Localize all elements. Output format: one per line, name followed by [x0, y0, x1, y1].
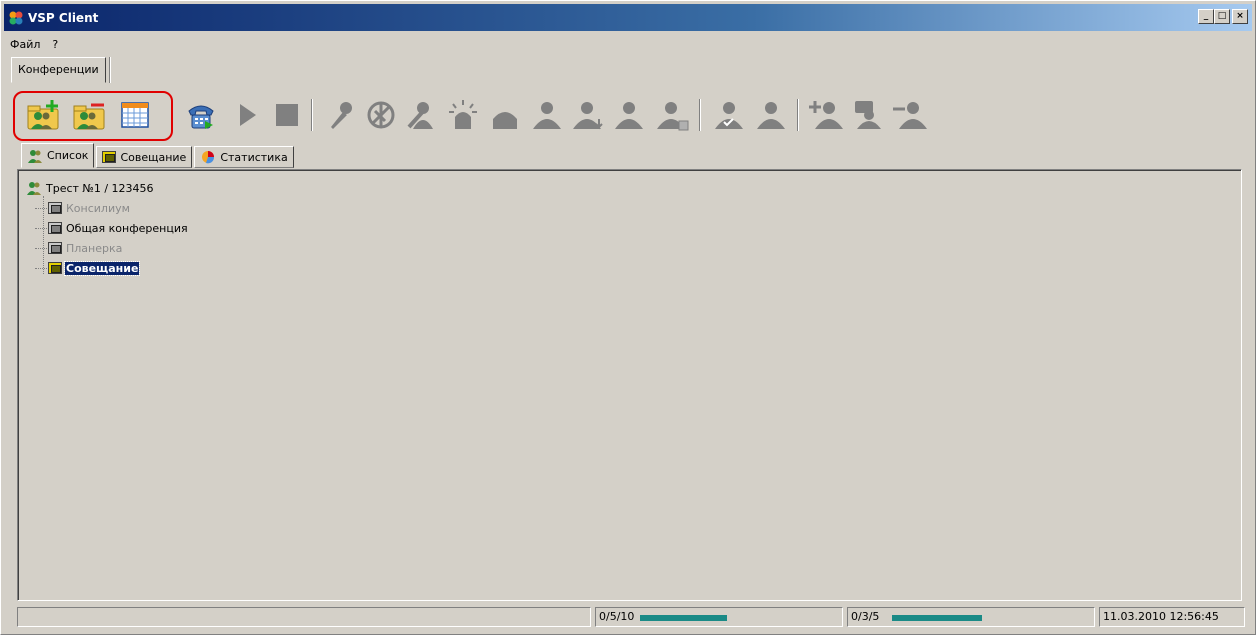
menu-help[interactable]: ? [46, 38, 64, 51]
tab-list-label: Список [47, 149, 89, 162]
conference-icon [48, 242, 62, 254]
speaker-off-icon[interactable] [363, 97, 399, 133]
user-down-alt-icon[interactable] [571, 97, 607, 133]
close-button[interactable]: × [1232, 9, 1248, 24]
user-icon[interactable] [487, 97, 523, 133]
conference-icon [102, 151, 117, 163]
tree-item-planning[interactable]: Планерка [26, 238, 189, 258]
toolbar-separator [797, 99, 799, 131]
toolbar-separator [311, 99, 313, 131]
pie-chart-icon [202, 151, 215, 164]
tab-meeting[interactable]: Совещание [96, 146, 193, 168]
microphone-off-icon[interactable] [323, 97, 359, 133]
status-counter-2: 0/3/5 [847, 607, 1095, 627]
tab-statistics-label: Статистика [220, 150, 288, 164]
status-bar: 0/5/10 0/3/5 11.03.2010 12:56:45 [17, 607, 1245, 627]
status-progress-2 [892, 615, 982, 621]
tree-item-label: Планерка [66, 241, 123, 255]
conference-icon [48, 202, 62, 214]
user-down-icon[interactable] [529, 97, 565, 133]
status-text [17, 607, 591, 627]
user-remove-icon[interactable] [655, 97, 691, 133]
tree-item-label: Совещание [63, 260, 141, 276]
status-progress-1 [640, 615, 727, 621]
tab-conferences[interactable]: Конференции [11, 57, 106, 83]
dial-phone-icon[interactable] [183, 97, 219, 133]
title-bar[interactable]: VSP Client _ □ × [4, 4, 1252, 31]
tree-root[interactable]: Трест №1 / 123456 [26, 178, 189, 198]
tree-item-label: Консилиум [66, 201, 130, 215]
toolbar-separator [699, 99, 701, 131]
conference-tree-panel[interactable]: Трест №1 / 123456 Консилиум Общая конфер… [17, 169, 1242, 601]
window-controls: _ □ × [1198, 9, 1248, 24]
maximize-button[interactable]: □ [1214, 9, 1230, 24]
schedule-icon[interactable] [117, 97, 153, 133]
toolbar [13, 91, 1243, 141]
conference-icon [48, 262, 62, 274]
menu-file[interactable]: Файл [4, 38, 46, 51]
conference-tree: Трест №1 / 123456 Консилиум Общая конфер… [26, 178, 189, 278]
top-tabs: Конференции [11, 57, 111, 85]
play-icon[interactable] [229, 97, 265, 133]
user-chat-icon[interactable] [849, 97, 885, 133]
remove-user-icon[interactable] [891, 97, 927, 133]
app-logo-icon [9, 11, 23, 24]
tab-statistics[interactable]: Статистика [194, 146, 294, 168]
remove-conference-icon[interactable] [71, 97, 107, 133]
add-conference-icon[interactable] [25, 97, 61, 133]
window-title: VSP Client [28, 10, 99, 25]
conference-icon [48, 222, 62, 234]
status-datetime: 11.03.2010 12:56:45 [1099, 607, 1245, 627]
tab-meeting-label: Совещание [120, 150, 187, 164]
stop-icon[interactable] [269, 97, 305, 133]
user-left-icon[interactable] [613, 97, 649, 133]
status-counter-1-label: 0/5/10 [599, 610, 635, 623]
user-alt-icon[interactable] [753, 97, 789, 133]
tree-item-general[interactable]: Общая конференция [26, 218, 189, 238]
app-window: VSP Client _ □ × Файл ? Конференции Спис… [0, 0, 1256, 635]
tree-item-meeting[interactable]: Совещание [26, 258, 189, 278]
status-counter-1: 0/5/10 [595, 607, 843, 627]
status-counter-2-label: 0/3/5 [851, 610, 880, 623]
tab-separator [108, 57, 111, 83]
tree-root-label: Трест №1 / 123456 [46, 181, 154, 195]
tree-item-consilium[interactable]: Консилиум [26, 198, 189, 218]
add-user-icon[interactable] [807, 97, 843, 133]
minimize-button[interactable]: _ [1198, 9, 1214, 24]
users-icon [27, 182, 41, 195]
view-tabs: Список Совещание Статистика [21, 143, 296, 168]
user-check-icon[interactable] [711, 97, 747, 133]
video-off-icon[interactable] [403, 97, 439, 133]
alarm-icon[interactable] [445, 97, 481, 133]
tree-item-label: Общая конференция [66, 221, 188, 235]
tab-list[interactable]: Список [21, 143, 95, 168]
users-icon [28, 149, 42, 163]
menu-bar: Файл ? [4, 34, 64, 54]
